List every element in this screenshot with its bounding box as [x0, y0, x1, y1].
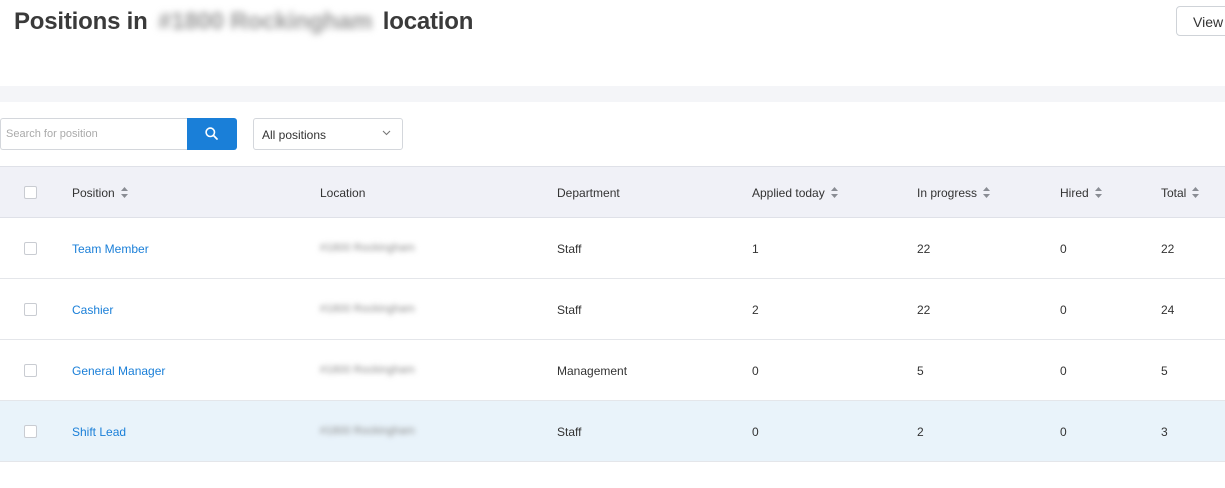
select-all-checkbox[interactable]: [24, 186, 37, 199]
department-cell: Staff: [557, 303, 582, 317]
view-button[interactable]: View: [1176, 6, 1225, 36]
page-header: Positions in #1800 Rockingham location V…: [0, 0, 1225, 86]
filter-select-value: All positions: [262, 128, 327, 142]
row-checkbox[interactable]: [24, 303, 37, 316]
title-location: #1800 Rockingham: [158, 8, 373, 35]
table-header: Position Location Department Applied tod…: [0, 166, 1225, 218]
in-progress-cell: 22: [917, 242, 931, 256]
column-header-location: Location: [320, 186, 366, 200]
sort-icon: [1094, 187, 1102, 199]
applied-today-cell: 2: [752, 303, 759, 317]
column-header-total[interactable]: Total: [1161, 186, 1200, 200]
column-header-hired[interactable]: Hired: [1060, 186, 1102, 200]
title-prefix: Positions in: [14, 8, 148, 35]
table-row[interactable]: Team Member #1800 Rockingham Staff 1 22 …: [0, 218, 1225, 279]
row-checkbox[interactable]: [24, 242, 37, 255]
applied-today-cell: 1: [752, 242, 759, 256]
sort-icon: [120, 187, 128, 199]
column-header-in-progress[interactable]: In progress: [917, 186, 991, 200]
in-progress-cell: 22: [917, 303, 931, 317]
row-checkbox[interactable]: [24, 425, 37, 438]
page-title: Positions in #1800 Rockingham location: [14, 8, 473, 36]
department-cell: Staff: [557, 425, 582, 439]
in-progress-cell: 5: [917, 364, 924, 378]
sort-icon: [830, 187, 838, 199]
sort-icon: [983, 187, 991, 199]
search-button[interactable]: [187, 118, 237, 150]
column-header-applied-today[interactable]: Applied today: [752, 186, 838, 200]
position-link[interactable]: Team Member: [72, 242, 149, 256]
location-cell: #1800 Rockingham: [320, 242, 415, 254]
table-row[interactable]: General Manager #1800 Rockingham Managem…: [0, 340, 1225, 401]
department-cell: Staff: [557, 242, 582, 256]
department-cell: Management: [557, 364, 628, 378]
positions-filter-select[interactable]: All positions: [253, 118, 403, 150]
total-cell: 5: [1161, 364, 1168, 378]
search-icon: [205, 127, 218, 140]
location-cell: #1800 Rockingham: [320, 425, 415, 437]
sort-icon: [1192, 187, 1200, 199]
total-cell: 22: [1161, 242, 1175, 256]
position-link[interactable]: Shift Lead: [72, 425, 126, 439]
total-cell: 24: [1161, 303, 1175, 317]
position-link[interactable]: Cashier: [72, 303, 113, 317]
hired-cell: 0: [1060, 425, 1067, 439]
in-progress-cell: 2: [917, 425, 924, 439]
chevron-down-icon: [382, 130, 391, 136]
row-checkbox[interactable]: [24, 364, 37, 377]
total-cell: 3: [1161, 425, 1168, 439]
header-divider-band: [0, 86, 1225, 102]
column-header-department: Department: [557, 186, 620, 200]
position-link[interactable]: General Manager: [72, 364, 165, 378]
hired-cell: 0: [1060, 303, 1067, 317]
applied-today-cell: 0: [752, 364, 759, 378]
hired-cell: 0: [1060, 242, 1067, 256]
table-row[interactable]: Cashier #1800 Rockingham Staff 2 22 0 24: [0, 279, 1225, 340]
applied-today-cell: 0: [752, 425, 759, 439]
search-input[interactable]: Search for position: [0, 118, 188, 150]
title-suffix: location: [382, 8, 474, 35]
hired-cell: 0: [1060, 364, 1067, 378]
column-header-position[interactable]: Position: [72, 186, 128, 200]
table-row[interactable]: Shift Lead #1800 Rockingham Staff 0 2 0 …: [0, 401, 1225, 462]
location-cell: #1800 Rockingham: [320, 364, 415, 376]
location-cell: #1800 Rockingham: [320, 303, 415, 315]
